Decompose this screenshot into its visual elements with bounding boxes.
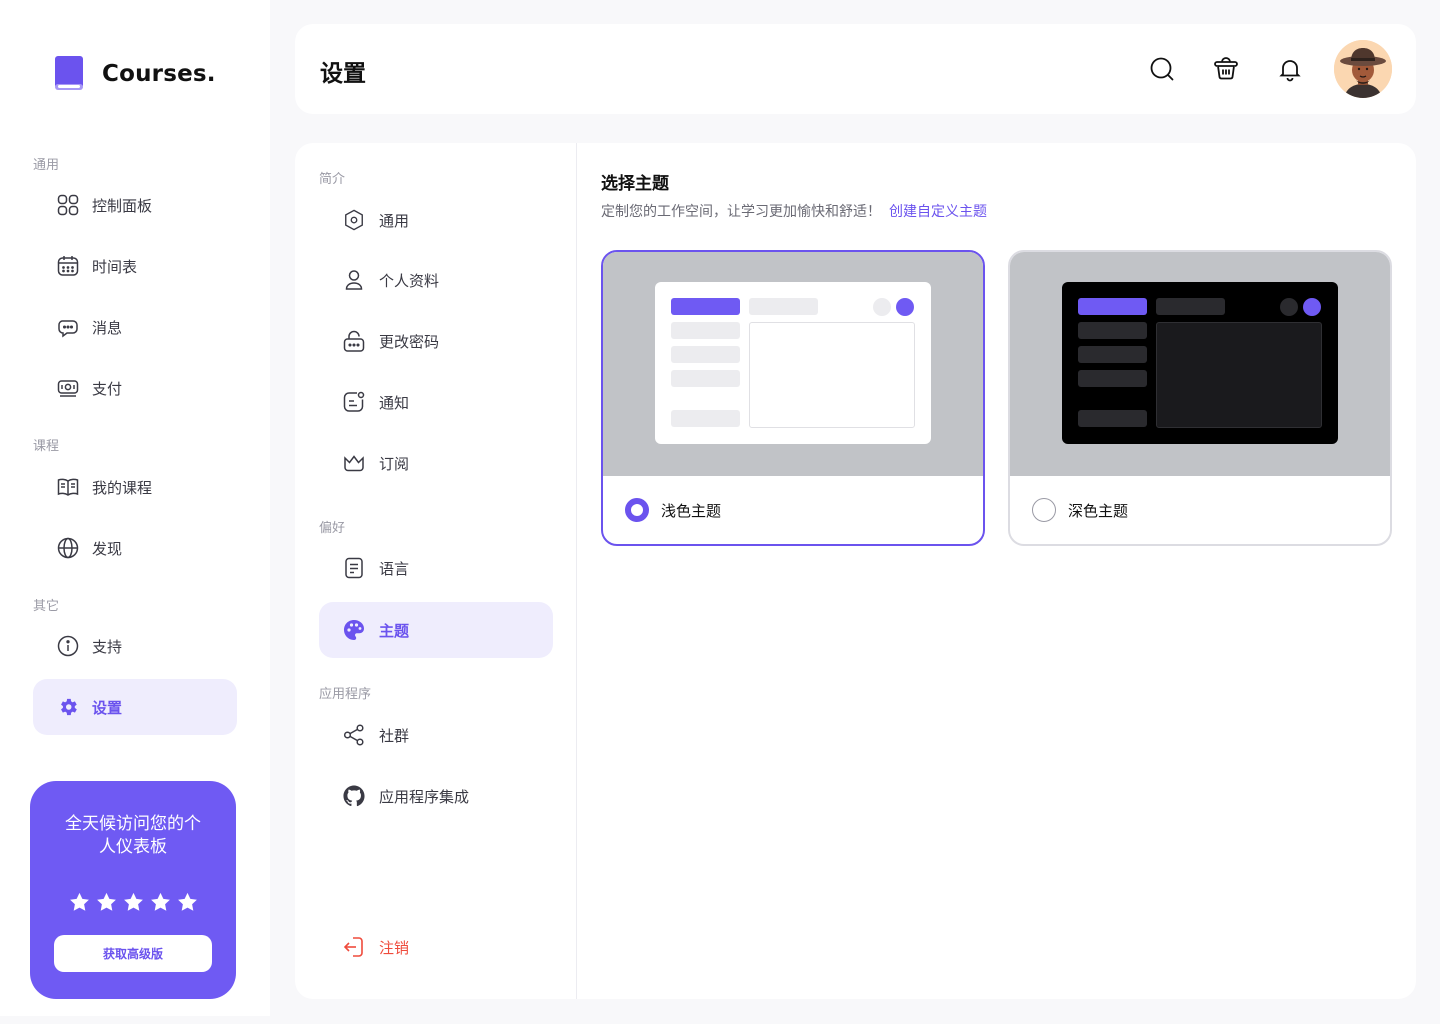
top-header: 设置	[295, 24, 1416, 114]
sidebar-section-courses: 课程	[33, 439, 60, 454]
light-theme-footer: 浅色主题	[603, 476, 983, 544]
sidebar-item-discover[interactable]: 发现	[33, 520, 237, 576]
sidebar-item-schedule[interactable]: 时间表	[33, 238, 237, 294]
settings-item-community[interactable]: 社群	[319, 707, 553, 763]
sidebar-item-label: 支付	[92, 379, 123, 398]
share-icon	[343, 724, 364, 746]
settings-item-label: 订阅	[379, 454, 410, 473]
create-custom-theme-link[interactable]: 创建自定义主题	[889, 204, 987, 220]
settings-item-subscription[interactable]: 订阅	[319, 435, 553, 491]
settings-item-label: 社群	[379, 726, 410, 745]
search-icon[interactable]	[1149, 56, 1175, 82]
settings-item-label: 个人资料	[379, 271, 440, 290]
light-theme-preview	[603, 252, 983, 476]
sidebar-item-dashboard[interactable]: 控制面板	[33, 177, 237, 233]
logout-label: 注销	[379, 938, 410, 957]
notification-icon	[343, 391, 365, 412]
logo[interactable]: Courses.	[54, 56, 216, 92]
star-icon	[69, 892, 89, 911]
settings-item-integrations[interactable]: 应用程序集成	[319, 768, 553, 824]
settings-item-profile[interactable]: 个人资料	[319, 252, 553, 308]
sidebar-item-label: 设置	[92, 698, 123, 717]
light-theme-label: 浅色主题	[661, 501, 722, 520]
light-theme-card[interactable]: 浅色主题	[601, 250, 985, 546]
logout-icon	[343, 937, 363, 957]
globe-icon	[57, 537, 79, 559]
sidebar-item-support[interactable]: 支持	[33, 618, 237, 674]
settings-item-label: 通用	[379, 211, 410, 230]
money-icon	[57, 380, 79, 397]
settings-nav: 简介 通用 个人资料 更改密码 通知 订阅 偏好 语言 主题 应用程序 社群 应…	[295, 143, 577, 999]
promo-title: 全天候访问您的个人仪表板	[65, 814, 201, 857]
light-theme-radio[interactable]	[625, 498, 649, 522]
dark-preview-window	[1062, 282, 1338, 444]
settings-section-profile: 简介	[319, 172, 346, 187]
sidebar-item-label: 支持	[92, 637, 123, 656]
lock-icon	[343, 330, 365, 352]
settings-item-change-password[interactable]: 更改密码	[319, 313, 553, 369]
settings-item-theme[interactable]: 主题	[319, 602, 553, 658]
book-open-icon	[57, 478, 79, 496]
sidebar-item-label: 发现	[92, 539, 123, 558]
sidebar-item-label: 控制面板	[92, 196, 153, 215]
basket-icon[interactable]	[1213, 56, 1239, 82]
theme-description-text: 定制您的工作空间，让学习更加愉快和舒适！	[601, 204, 881, 220]
theme-description: 定制您的工作空间，让学习更加愉快和舒适！ 创建自定义主题	[601, 201, 987, 221]
star-icon	[150, 892, 170, 911]
sidebar: Courses. 通用 控制面板 时间表 消息 支付 课程 我的课程 发现 其它…	[0, 0, 270, 1016]
settings-item-general[interactable]: 通用	[319, 192, 553, 248]
rating-stars	[30, 892, 236, 912]
dark-theme-preview	[1010, 252, 1390, 476]
info-icon	[57, 635, 79, 657]
light-preview-window	[655, 282, 931, 444]
chat-icon	[58, 320, 78, 338]
bell-icon[interactable]	[1277, 56, 1303, 82]
sidebar-section-other: 其它	[33, 599, 60, 614]
theme-section-title: 选择主题	[601, 174, 669, 194]
star-icon	[177, 892, 197, 911]
settings-item-language[interactable]: 语言	[319, 540, 553, 596]
settings-item-label: 应用程序集成	[379, 787, 470, 806]
theme-panel: 选择主题 定制您的工作空间，让学习更加愉快和舒适！ 创建自定义主题 浅色主题 深…	[601, 143, 1416, 999]
palette-icon	[344, 620, 364, 640]
book-logo-icon	[55, 56, 83, 90]
brand-name: Courses.	[102, 61, 216, 87]
user-avatar[interactable]	[1334, 40, 1392, 98]
sidebar-item-label: 消息	[92, 318, 123, 337]
get-premium-button[interactable]: 获取高级版	[54, 935, 212, 972]
calendar-icon	[57, 256, 79, 276]
github-icon	[343, 785, 365, 807]
sidebar-item-label: 时间表	[92, 257, 138, 276]
settings-item-label: 语言	[379, 559, 410, 578]
crown-icon	[344, 455, 364, 472]
star-icon	[123, 892, 143, 911]
logout-button[interactable]: 注销	[319, 919, 553, 975]
sidebar-item-my-courses[interactable]: 我的课程	[33, 459, 237, 515]
settings-content: 简介 通用 个人资料 更改密码 通知 订阅 偏好 语言 主题 应用程序 社群 应…	[295, 143, 1416, 999]
dark-theme-card[interactable]: 深色主题	[1008, 250, 1392, 546]
sidebar-section-general: 通用	[33, 158, 60, 173]
sidebar-item-label: 我的课程	[92, 478, 153, 497]
gear-icon	[61, 698, 77, 716]
page-title: 设置	[320, 61, 366, 87]
user-icon	[345, 270, 363, 290]
document-icon	[345, 557, 363, 579]
hexagon-icon	[345, 209, 363, 231]
premium-promo-card: 全天候访问您的个人仪表板 获取高级版	[30, 781, 236, 999]
avatar-illustration	[1334, 40, 1392, 98]
settings-item-label: 更改密码	[379, 332, 440, 351]
dark-theme-radio[interactable]	[1032, 498, 1056, 522]
settings-item-label: 主题	[379, 621, 410, 640]
grid-icon	[57, 194, 79, 216]
sidebar-item-payment[interactable]: 支付	[33, 360, 237, 416]
star-icon	[96, 892, 116, 911]
settings-section-apps: 应用程序	[319, 687, 372, 702]
settings-item-notifications[interactable]: 通知	[319, 374, 553, 430]
settings-item-label: 通知	[379, 393, 410, 412]
dark-theme-label: 深色主题	[1068, 501, 1129, 520]
settings-section-preferences: 偏好	[319, 521, 346, 536]
dark-theme-footer: 深色主题	[1010, 476, 1390, 544]
sidebar-item-settings[interactable]: 设置	[33, 679, 237, 735]
sidebar-item-messages[interactable]: 消息	[33, 299, 237, 355]
